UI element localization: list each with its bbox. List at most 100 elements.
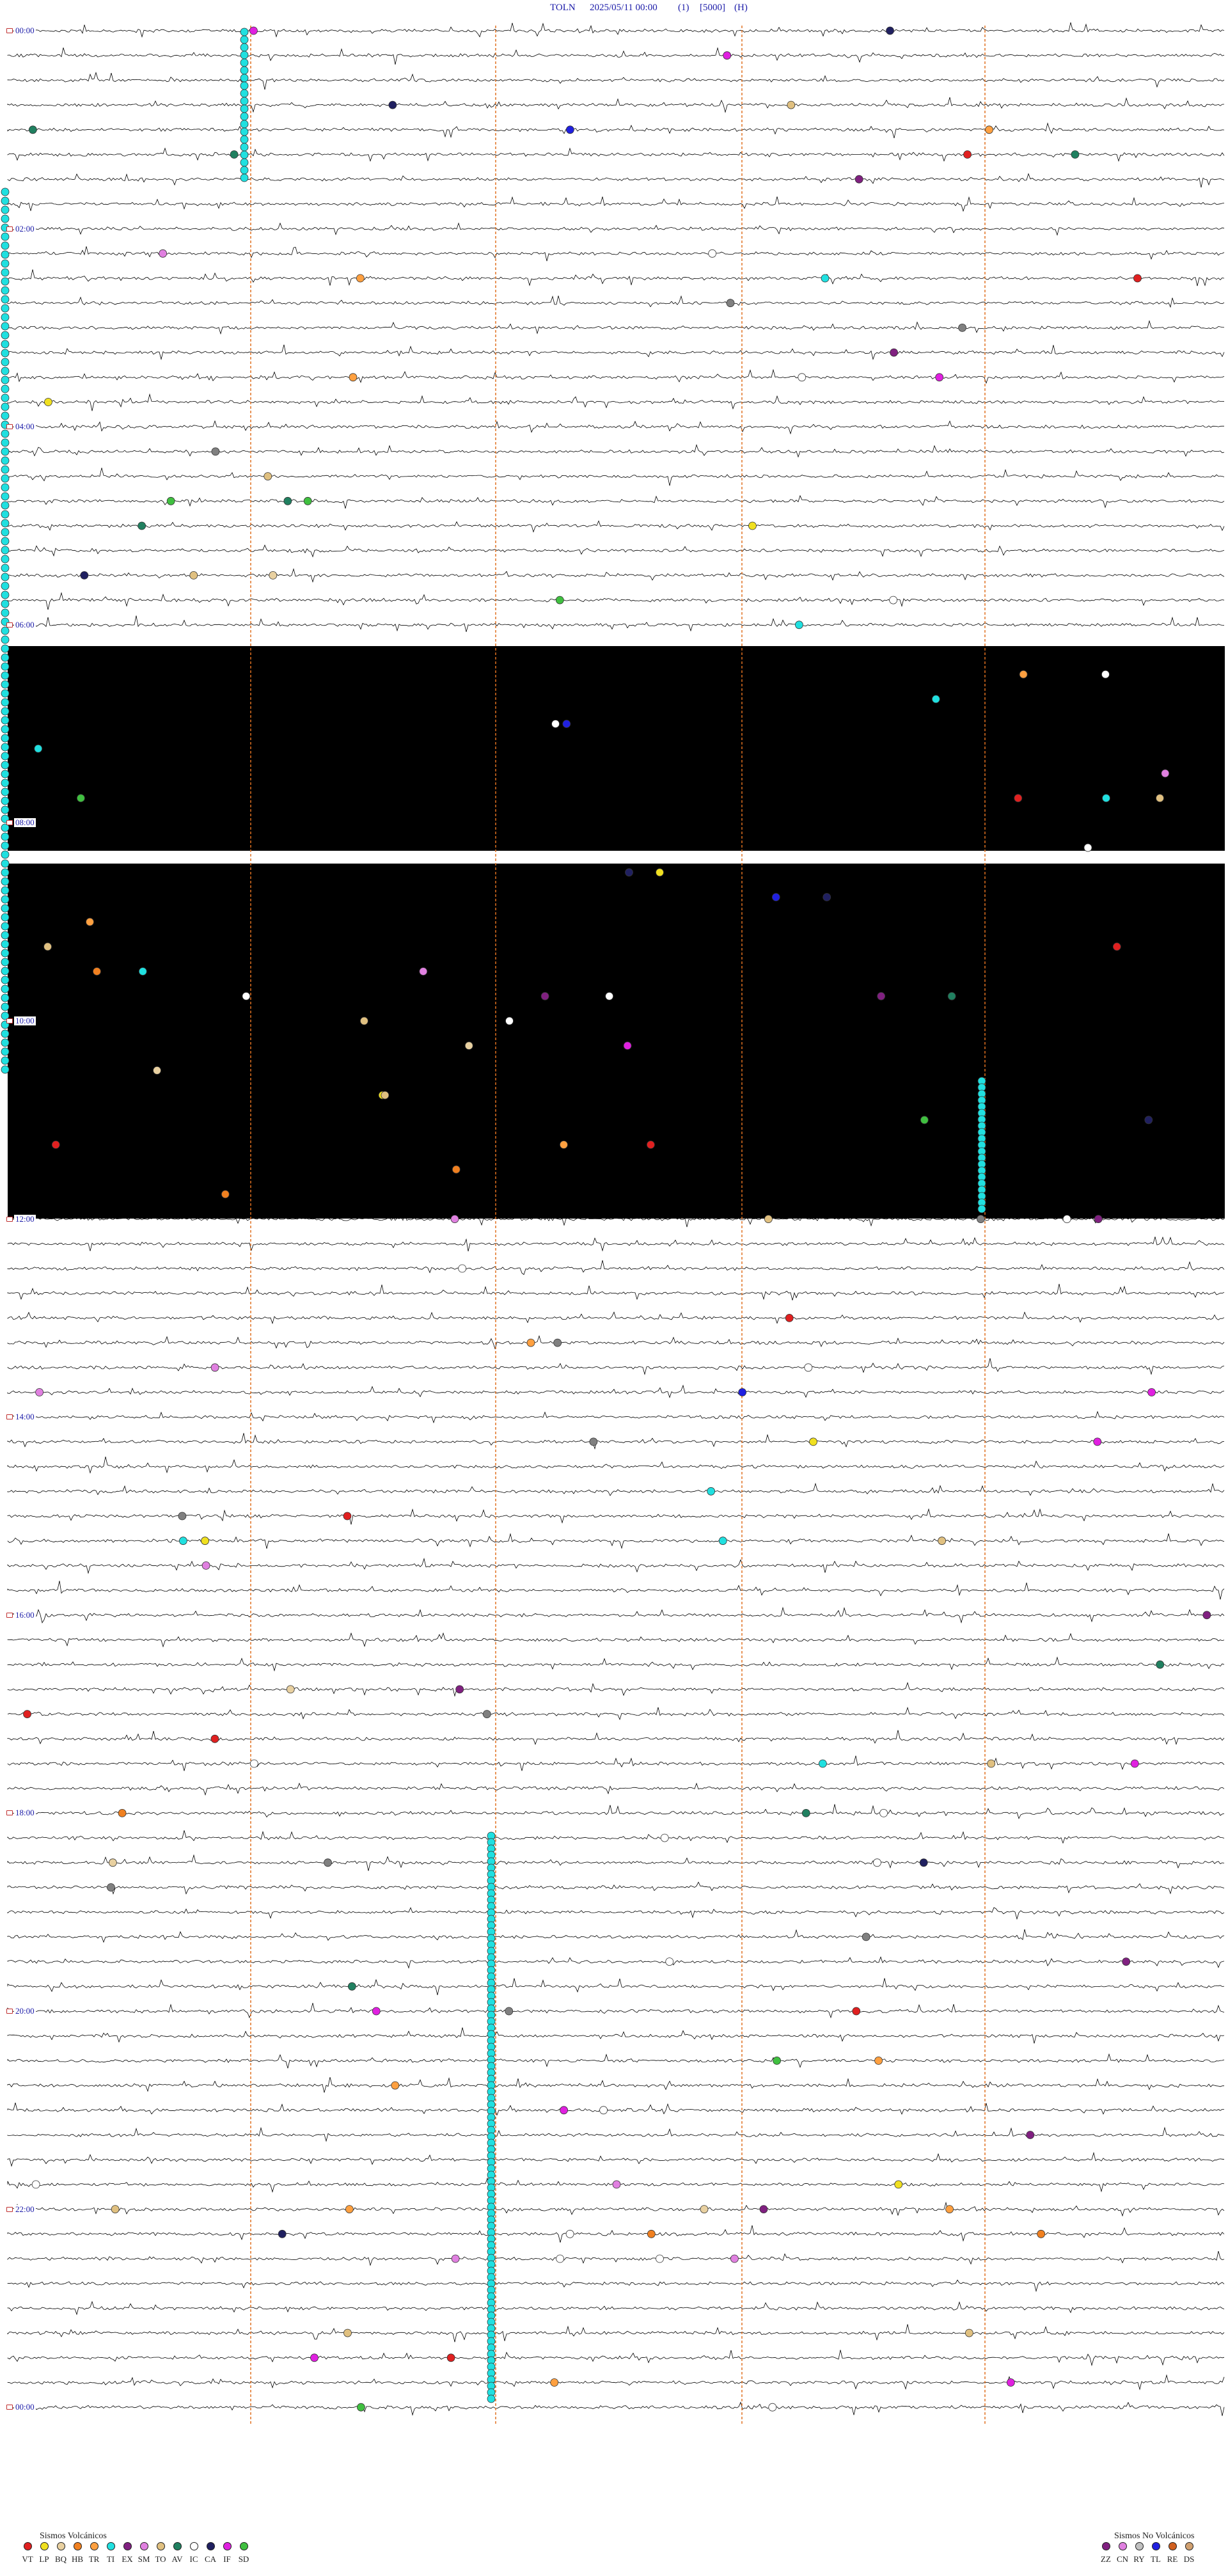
event-marker	[230, 150, 239, 159]
event-marker	[1, 680, 10, 689]
event-marker	[1, 537, 10, 546]
time-tick-mark	[6, 1216, 13, 1222]
trace-line	[7, 173, 1225, 188]
legend-volcanic-ca: CA	[202, 2542, 219, 2564]
event-marker	[1, 1065, 10, 1074]
legend-non-volcanic-re: RE	[1164, 2542, 1181, 2564]
trace-line	[7, 2324, 1225, 2343]
event-marker	[240, 81, 249, 90]
trace-line	[7, 592, 1225, 610]
trace-line	[7, 2102, 1224, 2116]
time-tick-mark	[6, 424, 13, 430]
event-marker	[240, 143, 249, 152]
legend-code: LP	[39, 2554, 49, 2564]
event-marker	[1, 555, 10, 564]
event-marker	[768, 2403, 777, 2412]
event-marker	[111, 2205, 120, 2214]
event-marker	[1, 214, 10, 223]
event-marker	[240, 58, 249, 67]
event-marker	[560, 1141, 568, 1149]
volcanic-legend-title: Sismos Volcánicos	[40, 2531, 107, 2541]
legend-code: HB	[71, 2554, 84, 2564]
time-label: 20:00	[14, 2006, 36, 2016]
legend-volcanic-sd: SD	[235, 2542, 252, 2564]
trace-line	[7, 1854, 1225, 1871]
legend-volcanic-bq: BQ	[52, 2542, 69, 2564]
event-marker	[159, 249, 168, 258]
event-marker	[240, 127, 249, 136]
event-marker	[1, 805, 10, 814]
event-marker	[726, 299, 735, 308]
event-marker	[723, 51, 732, 60]
event-marker	[240, 66, 249, 75]
event-marker	[1, 465, 10, 474]
event-marker	[166, 496, 175, 505]
event-marker	[1094, 1215, 1103, 1223]
trace-line	[7, 2126, 1225, 2142]
trace-line	[7, 544, 1225, 558]
time-tick-mark	[6, 28, 13, 33]
event-marker	[1, 832, 10, 841]
event-marker	[303, 496, 312, 505]
legend-volcanic-hb: HB	[69, 2542, 86, 2564]
legend-volcanic-ex: EX	[119, 2542, 136, 2564]
event-marker	[1, 564, 10, 573]
event-marker	[647, 2229, 656, 2238]
legend-dot	[106, 2542, 115, 2550]
event-marker	[240, 166, 249, 175]
legend-code: RE	[1167, 2554, 1178, 2564]
event-marker	[108, 1858, 117, 1867]
event-marker	[862, 1932, 870, 1941]
time-label: 02:00	[14, 223, 36, 233]
event-marker	[240, 28, 249, 36]
event-marker	[178, 1512, 187, 1521]
event-marker	[240, 43, 249, 52]
event-marker	[730, 2254, 739, 2263]
event-marker	[487, 2394, 496, 2403]
event-marker	[240, 89, 249, 98]
trace-line	[7, 2053, 1225, 2069]
trace-line	[7, 2151, 1225, 2167]
time-label: 00:00	[14, 2402, 36, 2412]
event-marker	[347, 1982, 356, 1991]
event-marker	[818, 1759, 827, 1768]
legend-non-volcanic-tl: TL	[1147, 2542, 1164, 2564]
event-marker	[625, 868, 633, 877]
event-marker	[1, 599, 10, 608]
trace-line	[7, 147, 1225, 162]
event-marker	[1, 993, 10, 1002]
event-marker	[1, 626, 10, 635]
event-marker	[343, 2328, 352, 2337]
event-marker	[345, 2205, 354, 2214]
event-marker	[1, 886, 10, 895]
event-marker	[1, 743, 10, 752]
trace-line	[7, 1457, 1225, 1474]
event-marker	[43, 942, 52, 951]
time-label: 12:00	[14, 1213, 36, 1224]
event-marker	[1133, 274, 1142, 283]
event-marker	[1, 474, 10, 483]
legend-volcanic-sm: SM	[136, 2542, 152, 2564]
event-marker	[540, 992, 549, 1000]
event-marker	[1, 958, 10, 967]
legend-dot	[189, 2542, 198, 2550]
trace-line	[7, 1358, 1225, 1375]
trace-line	[7, 2279, 1225, 2293]
event-marker	[1019, 670, 1028, 679]
event-marker	[873, 1858, 881, 1867]
event-marker	[240, 120, 249, 129]
trace-line	[7, 615, 1225, 632]
event-marker	[550, 2378, 559, 2387]
event-marker	[240, 158, 249, 167]
event-marker	[1, 984, 10, 993]
event-marker	[660, 1833, 669, 1842]
event-marker	[771, 893, 780, 901]
event-marker	[964, 2328, 973, 2337]
event-marker	[854, 175, 863, 184]
event-marker	[562, 720, 571, 728]
event-marker	[1062, 1215, 1071, 1223]
event-marker	[240, 173, 249, 182]
legend-dot	[1151, 2542, 1160, 2550]
trace-line	[7, 444, 1225, 458]
trace-line	[7, 222, 1225, 236]
